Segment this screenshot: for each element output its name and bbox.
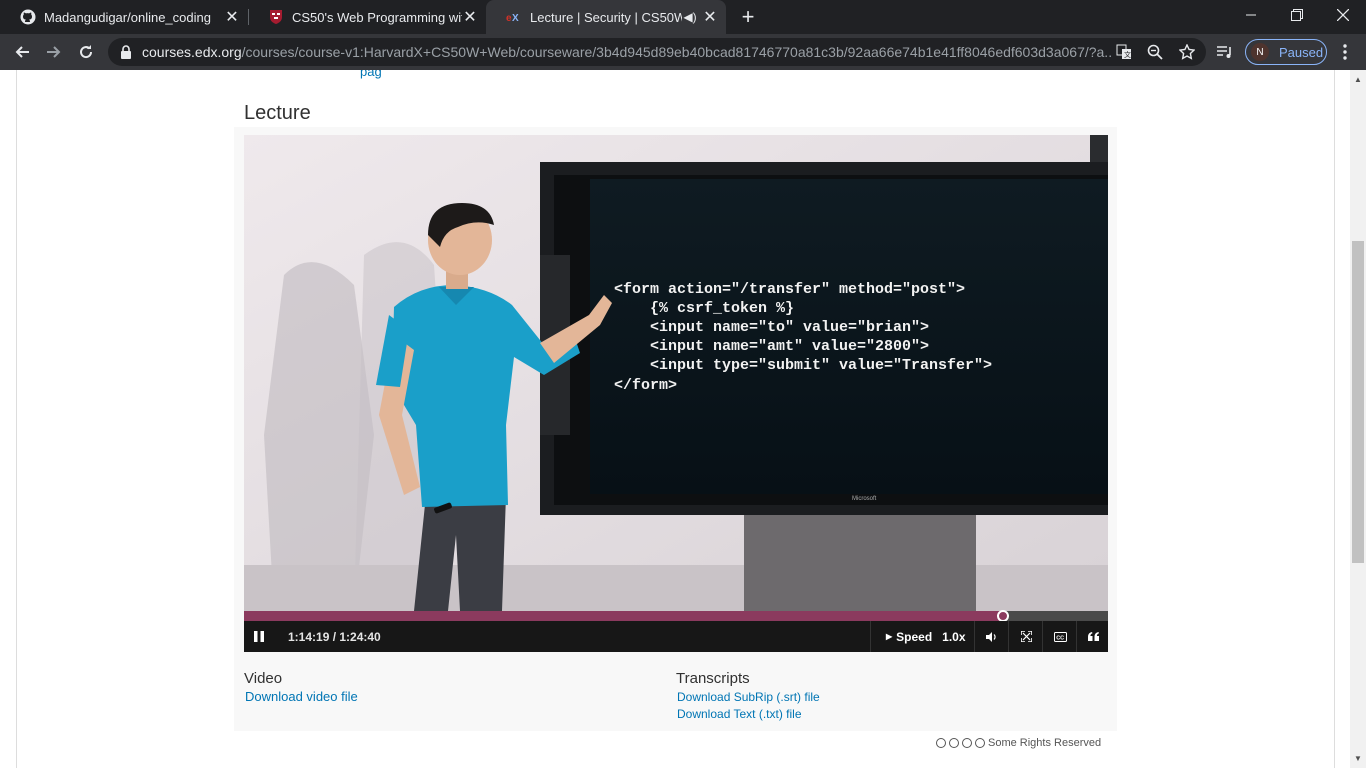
tab-harvard[interactable]: CS50's Web Programming with P ✕ — [248, 0, 486, 34]
previous-page-link-fragment[interactable]: pag — [360, 70, 382, 79]
license-text: Some Rights Reserved — [988, 737, 1102, 749]
content-border — [16, 70, 17, 768]
harvard-shield-icon — [268, 9, 284, 25]
noncommercial-icon — [962, 738, 972, 748]
speed-button[interactable]: ▶ Speed 1.0x — [872, 621, 966, 652]
sharealike-icon — [975, 738, 985, 748]
profile-status: Paused — [1279, 44, 1324, 60]
menu-kebab-icon[interactable] — [1335, 42, 1355, 62]
video-controls: 1:14:19 / 1:24:40 ▶ Speed 1.0x CC — [244, 621, 1108, 652]
media-controls-icon[interactable] — [1215, 42, 1235, 62]
edx-icon: eX — [506, 9, 522, 25]
scrollbar-thumb[interactable] — [1352, 241, 1364, 563]
control-divider — [870, 621, 871, 652]
bookmark-star-icon[interactable] — [1177, 42, 1197, 62]
window-close-button[interactable] — [1320, 0, 1366, 30]
address-bar[interactable]: courses.edx.org/courses/course-v1:Harvar… — [108, 38, 1206, 66]
download-video-link[interactable]: Download video file — [245, 689, 358, 704]
time-display: 1:14:19 / 1:24:40 — [288, 630, 381, 644]
video-heading: Video — [244, 670, 283, 687]
reload-icon[interactable] — [73, 39, 99, 65]
control-divider — [1076, 621, 1077, 652]
tv-brand: Microsoft — [852, 496, 877, 502]
scroll-down-arrow-icon[interactable]: ▼ — [1350, 750, 1366, 767]
back-icon[interactable] — [9, 39, 35, 65]
transcript-quote-icon[interactable] — [1080, 621, 1106, 652]
slide-line: </form> — [614, 377, 677, 394]
slide-line: <input type="submit" value="Transfer"> — [614, 357, 992, 374]
tab-github[interactable]: Madangudigar/online_coding ✕ — [0, 0, 248, 34]
download-srt-link[interactable]: Download SubRip (.srt) file — [677, 690, 820, 704]
speaker-icon[interactable]: ◀) — [682, 9, 698, 25]
creative-commons-icon — [936, 738, 946, 748]
volume-icon[interactable] — [978, 621, 1006, 652]
url-text: courses.edx.org/courses/course-v1:Harvar… — [142, 44, 1112, 60]
speed-label: Speed — [896, 629, 933, 644]
browser-toolbar: courses.edx.org/courses/course-v1:Harvar… — [0, 34, 1366, 70]
speed-value: 1.0x — [942, 629, 966, 644]
tab-lecture-active[interactable]: eX Lecture | Security | CS50W Co ◀) ✕ — [486, 0, 726, 34]
close-icon[interactable]: ✕ — [224, 9, 240, 26]
control-divider — [974, 621, 975, 652]
svg-text:X: X — [512, 13, 519, 23]
video-frame-image: Microsoft <form action="/transfer" metho… — [244, 135, 1108, 611]
caret-right-icon: ▶ — [886, 632, 893, 641]
minimize-button[interactable] — [1228, 0, 1274, 30]
content-border — [1334, 70, 1335, 768]
transcripts-heading: Transcripts — [676, 670, 750, 687]
attribution-icon — [949, 738, 959, 748]
control-divider — [1042, 621, 1043, 652]
new-tab-button[interactable]: + — [736, 4, 760, 29]
tab-title: Lecture | Security | CS50W Co — [530, 9, 682, 25]
video-player[interactable]: Microsoft <form action="/transfer" metho… — [244, 135, 1108, 611]
page-title: Lecture — [244, 102, 311, 124]
restore-button[interactable] — [1274, 0, 1320, 30]
download-txt-link[interactable]: Download Text (.txt) file — [677, 707, 802, 721]
closed-captions-icon[interactable]: CC — [1046, 621, 1074, 652]
translate-icon[interactable]: 文 — [1114, 42, 1134, 62]
video-progress-fill — [244, 611, 1003, 621]
avatar: N — [1251, 43, 1269, 61]
tab-title: Madangudigar/online_coding — [44, 9, 211, 25]
slide-line: <input name="to" value="brian"> — [614, 319, 929, 336]
slide-line: <form action="/transfer" method="post"> — [614, 281, 965, 298]
tab-title: CS50's Web Programming with P — [292, 9, 462, 25]
slide-line: {% csrf_token %} — [614, 300, 794, 317]
fullscreen-icon[interactable] — [1012, 621, 1040, 652]
scroll-up-arrow-icon[interactable]: ▲ — [1350, 71, 1366, 88]
forward-icon[interactable] — [41, 39, 67, 65]
license-notice[interactable]: Some Rights Reserved — [936, 737, 1101, 749]
github-icon — [20, 9, 36, 25]
page-viewport: pag Lecture Microsoft <form action="/tra… — [0, 70, 1350, 768]
zoom-icon[interactable] — [1145, 42, 1165, 62]
pause-icon[interactable] — [250, 621, 268, 652]
svg-text:CC: CC — [1056, 635, 1064, 641]
close-icon[interactable]: ✕ — [462, 9, 478, 26]
tab-bar: Madangudigar/online_coding ✕ CS50's Web … — [0, 0, 1366, 34]
close-icon[interactable]: ✕ — [702, 9, 718, 26]
lock-icon — [120, 45, 132, 59]
video-progress-bar[interactable] — [244, 610, 1108, 622]
control-divider — [1008, 621, 1009, 652]
svg-text:文: 文 — [1124, 50, 1131, 59]
profile-button[interactable]: N Paused — [1245, 39, 1327, 65]
slide-line: <input name="amt" value="2800"> — [614, 338, 929, 355]
